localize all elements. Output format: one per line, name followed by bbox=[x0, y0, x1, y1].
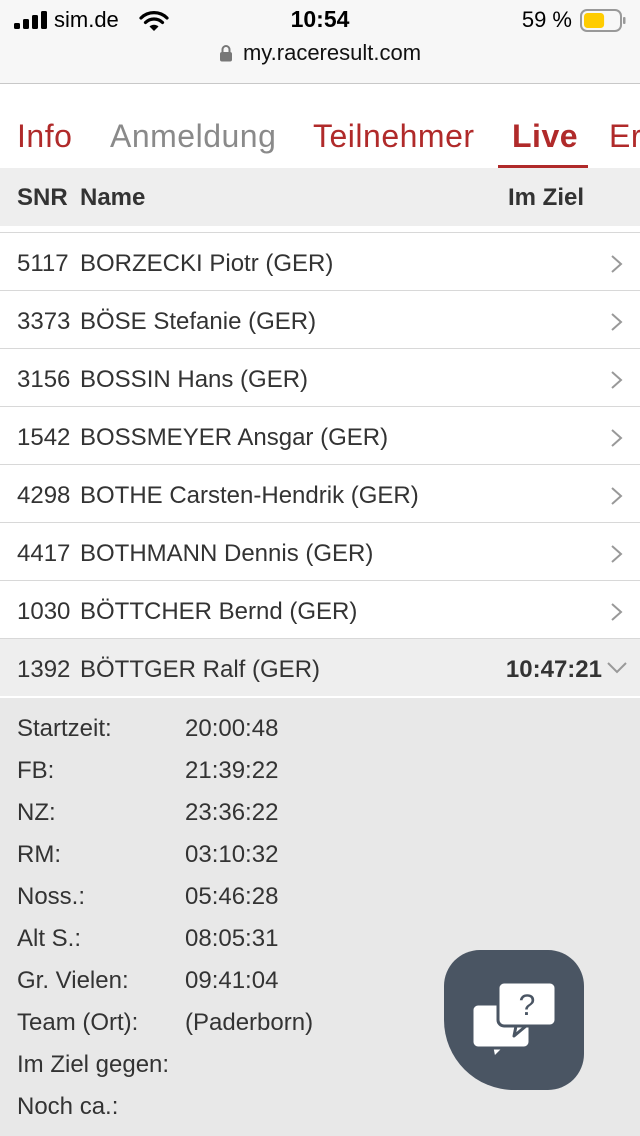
chevron-right-icon bbox=[611, 255, 623, 273]
detail-label: Noss.: bbox=[17, 883, 86, 910]
row-snr: 1542 bbox=[17, 424, 71, 451]
participant-list: 5117 BORZECKI Piotr (GER) 3373 BÖSE Stef… bbox=[0, 232, 640, 696]
row-name: BÖTTGER Ralf (GER) bbox=[80, 656, 321, 683]
table-row-expanded[interactable]: 1392 BÖTTGER Ralf (GER) 10:47:21 bbox=[0, 638, 640, 696]
chevron-right-icon bbox=[611, 603, 623, 621]
row-snr: 1030 bbox=[17, 598, 71, 625]
detail-value: 03:10:32 bbox=[185, 841, 279, 868]
row-snr: 3156 bbox=[17, 366, 71, 393]
row-finish-time: 10:47:21 bbox=[505, 656, 602, 683]
tab-anmeldung[interactable]: Anmeldung bbox=[110, 118, 276, 155]
browser-chrome: sim.de 10:54 59 % my.raceresult.com bbox=[0, 0, 640, 84]
detail-label: Startzeit: bbox=[17, 715, 112, 742]
chat-question-icon: ? bbox=[470, 980, 558, 1060]
row-snr: 4298 bbox=[17, 482, 71, 509]
tab-info[interactable]: Info bbox=[17, 118, 72, 155]
chevron-right-icon bbox=[611, 429, 623, 447]
chevron-down-icon bbox=[607, 662, 627, 674]
status-bar: sim.de 10:54 59 % bbox=[0, 0, 640, 40]
tab-ergebnisse[interactable]: Er bbox=[609, 118, 640, 155]
table-header: SNR Name Im Ziel bbox=[0, 168, 640, 226]
row-name: BOSSMEYER Ansgar (GER) bbox=[80, 424, 389, 451]
chevron-right-icon bbox=[611, 371, 623, 389]
row-snr: 1392 bbox=[17, 656, 71, 683]
tab-live[interactable]: Live bbox=[512, 118, 578, 155]
address-bar[interactable]: my.raceresult.com bbox=[0, 40, 640, 70]
detail-value: 20:00:48 bbox=[185, 715, 279, 742]
chevron-right-icon bbox=[611, 487, 623, 505]
detail-label: RM: bbox=[17, 841, 61, 868]
table-row[interactable]: 3373 BÖSE Stefanie (GER) bbox=[0, 290, 640, 348]
help-chat-button[interactable]: ? bbox=[444, 950, 584, 1090]
chevron-right-icon bbox=[611, 545, 623, 563]
lock-icon bbox=[219, 45, 232, 62]
table-row[interactable]: 1030 BÖTTCHER Bernd (GER) bbox=[0, 580, 640, 638]
detail-label: FB: bbox=[17, 757, 55, 784]
detail-label: Gr. Vielen: bbox=[17, 967, 129, 994]
detail-label: Alt S.: bbox=[17, 925, 82, 952]
detail-value: 05:46:28 bbox=[185, 883, 279, 910]
detail-value: (Paderborn) bbox=[185, 1009, 314, 1036]
battery-percent: 59 % bbox=[521, 7, 572, 32]
help-glyph: ? bbox=[519, 989, 536, 1022]
tab-teilnehmer[interactable]: Teilnehmer bbox=[313, 118, 475, 155]
table-row[interactable]: 4298 BOTHE Carsten-Hendrik (GER) bbox=[0, 464, 640, 522]
detail-label: Noch ca.: bbox=[17, 1093, 119, 1120]
url-text: my.raceresult.com bbox=[242, 40, 422, 65]
row-name: BÖTTCHER Bernd (GER) bbox=[80, 598, 358, 625]
detail-value: 08:05:31 bbox=[185, 925, 279, 952]
detail-value: 09:41:04 bbox=[185, 967, 279, 994]
row-name: BÖSE Stefanie (GER) bbox=[80, 308, 317, 335]
row-snr: 4417 bbox=[17, 540, 71, 567]
detail-label: Team (Ort): bbox=[17, 1009, 139, 1036]
table-row[interactable]: 3156 BOSSIN Hans (GER) bbox=[0, 348, 640, 406]
row-name: BOTHE Carsten-Hendrik (GER) bbox=[80, 482, 419, 509]
row-name: BORZECKI Piotr (GER) bbox=[80, 250, 334, 277]
column-header-name[interactable]: Name bbox=[80, 184, 145, 212]
table-row[interactable]: 4417 BOTHMANN Dennis (GER) bbox=[0, 522, 640, 580]
table-row[interactable]: 5117 BORZECKI Piotr (GER) bbox=[0, 232, 640, 290]
table-row[interactable]: 1542 BOSSMEYER Ansgar (GER) bbox=[0, 406, 640, 464]
row-snr: 3373 bbox=[17, 308, 71, 335]
column-header-finish[interactable]: Im Ziel bbox=[508, 184, 584, 212]
event-tabs: Info Anmeldung Teilnehmer Live Er bbox=[0, 84, 640, 168]
battery-icon bbox=[580, 9, 626, 32]
row-name: BOTHMANN Dennis (GER) bbox=[80, 540, 374, 567]
row-name: BOSSIN Hans (GER) bbox=[80, 366, 309, 393]
chevron-right-icon bbox=[611, 313, 623, 331]
column-header-snr[interactable]: SNR bbox=[17, 184, 68, 212]
detail-value: 23:36:22 bbox=[185, 799, 279, 826]
detail-value: 21:39:22 bbox=[185, 757, 279, 784]
detail-label: Im Ziel gegen: bbox=[17, 1051, 170, 1078]
detail-label: NZ: bbox=[17, 799, 56, 826]
row-snr: 5117 bbox=[17, 250, 69, 277]
